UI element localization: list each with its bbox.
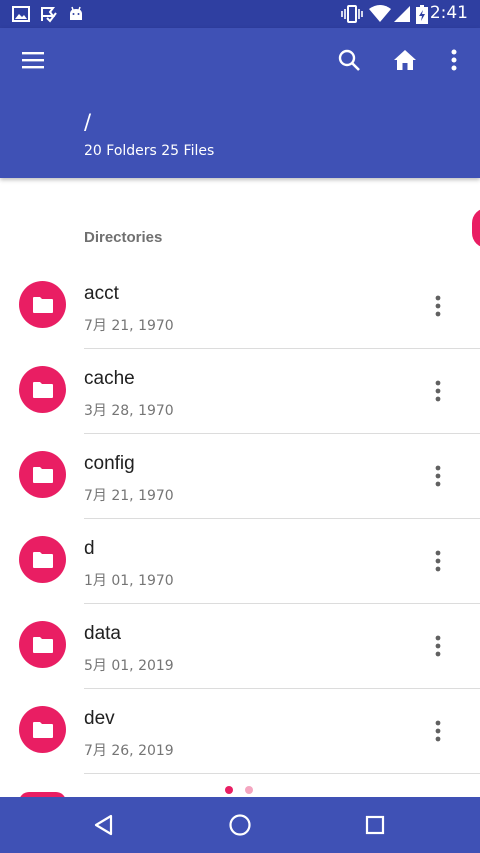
directory-row[interactable]: acct 7月 21, 1970 xyxy=(0,264,480,349)
recents-icon[interactable] xyxy=(357,807,393,843)
more-vert-icon[interactable] xyxy=(422,545,454,577)
directory-row[interactable]: dev 7月 26, 2019 xyxy=(0,689,480,774)
android-icon xyxy=(68,4,84,24)
directory-date: 7月 21, 1970 xyxy=(84,318,174,334)
menu-icon[interactable] xyxy=(11,38,55,82)
check-flag-icon xyxy=(40,4,58,24)
signal-icon xyxy=(393,4,411,24)
home-circle-icon[interactable] xyxy=(222,807,258,843)
folder-icon xyxy=(19,706,66,753)
directory-date: 3月 28, 1970 xyxy=(84,403,174,419)
current-path: / xyxy=(84,110,92,134)
directory-date: 5月 01, 2019 xyxy=(84,658,174,674)
directory-name: cache xyxy=(84,368,135,389)
search-icon[interactable] xyxy=(327,38,371,82)
row-divider xyxy=(84,773,480,774)
directory-date: 1月 01, 1970 xyxy=(84,573,174,589)
folder-icon xyxy=(19,621,66,668)
folder-icon xyxy=(19,366,66,413)
directory-name: dev xyxy=(84,708,115,729)
back-icon[interactable] xyxy=(86,807,122,843)
floating-action-button[interactable] xyxy=(472,208,480,248)
battery-charging-icon xyxy=(416,4,428,24)
page-dot xyxy=(245,786,253,794)
more-vert-icon[interactable] xyxy=(422,715,454,747)
more-vert-icon[interactable] xyxy=(422,290,454,322)
navigation-bar xyxy=(0,797,480,853)
directory-list: acct 7月 21, 1970 cache 3月 28, 1970 config 7月 … xyxy=(0,264,480,774)
directory-row[interactable]: d 1月 01, 1970 xyxy=(0,519,480,604)
more-vert-icon[interactable] xyxy=(432,38,476,82)
section-header-directories: Directories xyxy=(84,229,163,246)
directory-row[interactable]: config 7月 21, 1970 xyxy=(0,434,480,519)
folder-icon xyxy=(19,536,66,583)
folder-file-summary: 20 Folders 25 Files xyxy=(84,143,215,159)
directory-date: 7月 26, 2019 xyxy=(84,743,174,759)
home-icon[interactable] xyxy=(383,38,427,82)
vibrate-icon xyxy=(341,4,363,24)
app-bar: / 20 Folders 25 Files xyxy=(0,28,480,178)
more-vert-icon[interactable] xyxy=(422,630,454,662)
directory-name: config xyxy=(84,453,135,474)
directory-row[interactable]: cache 3月 28, 1970 xyxy=(0,349,480,434)
directory-name: d xyxy=(84,538,95,559)
directory-row[interactable]: data 5月 01, 2019 xyxy=(0,604,480,689)
image-icon xyxy=(12,4,30,24)
wifi-icon xyxy=(369,4,391,24)
folder-icon xyxy=(19,281,66,328)
status-bar: 2:41 xyxy=(0,0,480,28)
page-indicator xyxy=(225,786,253,794)
more-vert-icon[interactable] xyxy=(422,375,454,407)
status-time: 2:41 xyxy=(429,3,468,23)
page-dot xyxy=(225,786,233,794)
folder-icon xyxy=(19,451,66,498)
directory-date: 7月 21, 1970 xyxy=(84,488,174,504)
directory-name: data xyxy=(84,623,121,644)
more-vert-icon[interactable] xyxy=(422,460,454,492)
directory-name: acct xyxy=(84,283,119,304)
